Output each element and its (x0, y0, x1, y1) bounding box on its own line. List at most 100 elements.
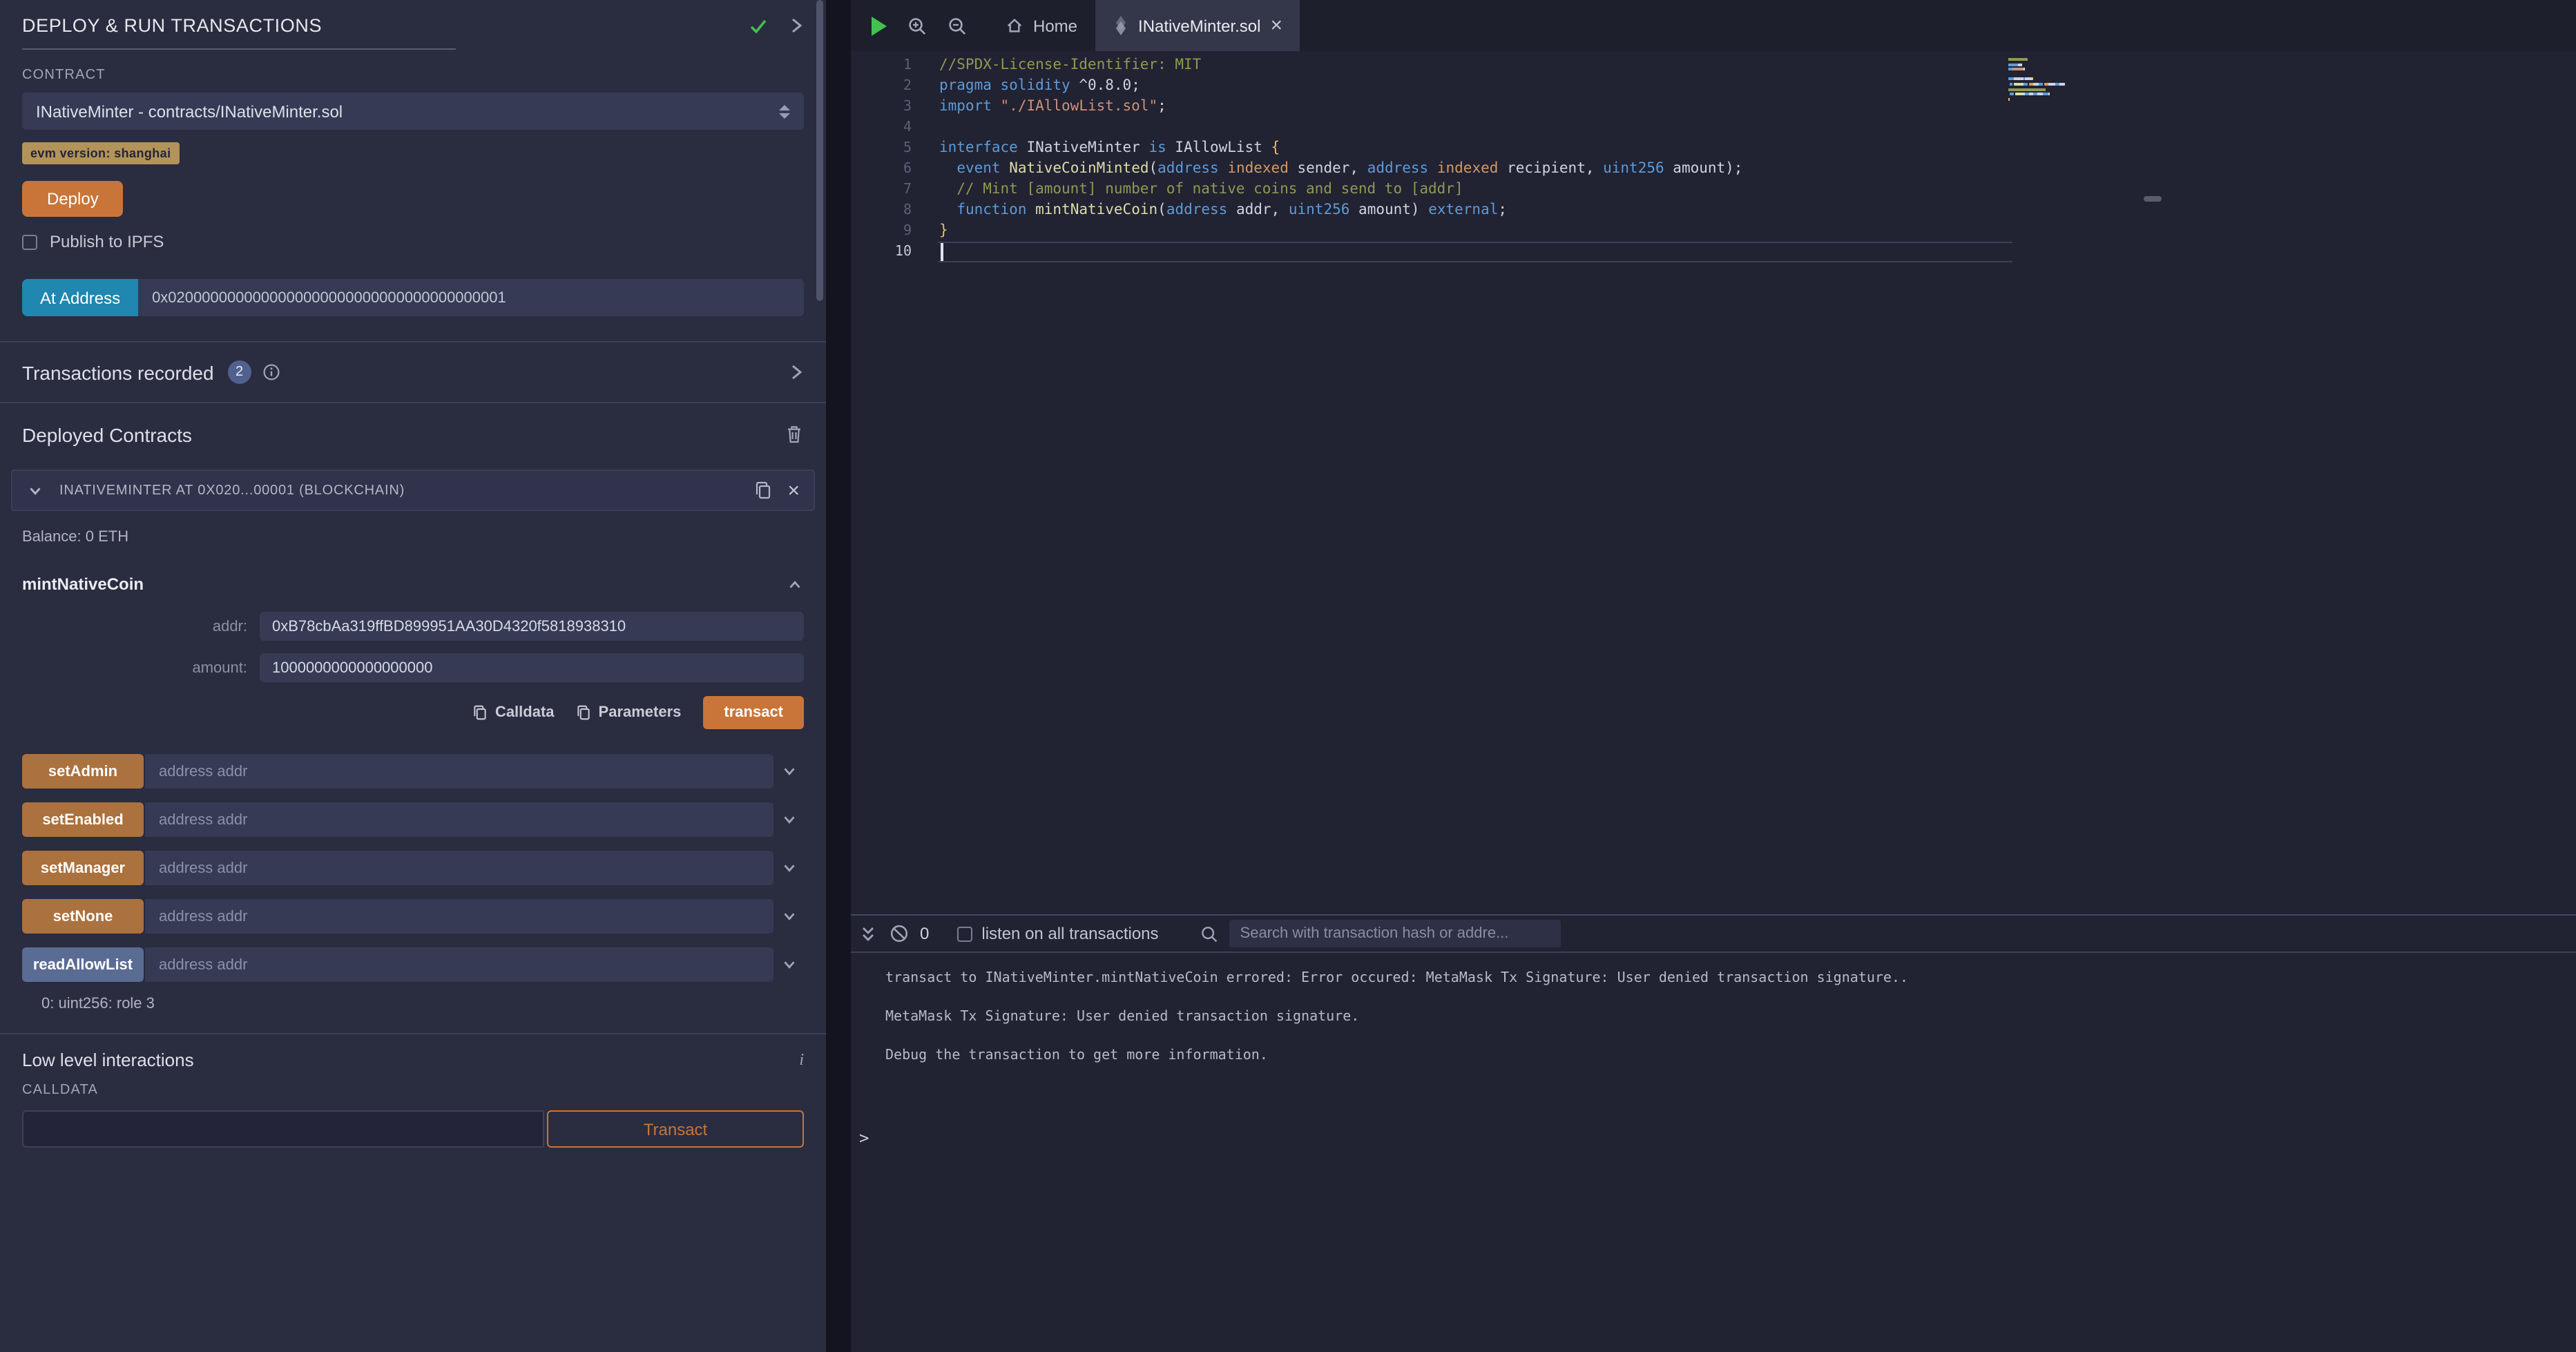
code-line-1[interactable]: 1//SPDX-License-Identifier: MIT (851, 55, 2012, 76)
transactions-recorded-label: Transactions recorded (22, 361, 214, 383)
code-line-5[interactable]: 5interface INativeMinter is IAllowList { (851, 138, 2012, 159)
transactions-recorded-section: Transactions recorded 2 (0, 342, 826, 402)
param-input[interactable]: 1000000000000000000 (260, 653, 804, 682)
function-readAllowList-input[interactable]: address addr (145, 947, 773, 982)
calldata-copy-button[interactable]: Calldata (473, 704, 555, 721)
panel-header: DEPLOY & RUN TRANSACTIONS (0, 0, 826, 50)
contract-label: CONTRACT (22, 68, 804, 83)
close-icon[interactable]: × (787, 480, 800, 501)
chevron-up-icon[interactable] (786, 575, 804, 593)
low-level-transact-button[interactable]: Transact (547, 1110, 804, 1148)
chevron-down-icon[interactable] (26, 481, 44, 499)
chevron-down-icon[interactable] (780, 811, 798, 829)
publish-ipfs-row: Publish to IPFS (22, 232, 804, 251)
publish-ipfs-checkbox[interactable] (22, 234, 37, 249)
run-script-play-icon[interactable] (872, 16, 887, 35)
terminal-panel: 0 listen on all transactions transact to… (851, 914, 2576, 1352)
code-editor[interactable]: 1//SPDX-License-Identifier: MIT2pragma s… (851, 51, 2576, 914)
line-number: 7 (851, 180, 939, 200)
code-line-2[interactable]: 2pragma solidity ^0.8.0; (851, 76, 2012, 97)
chevron-down-icon[interactable] (780, 762, 798, 780)
deploy-button[interactable]: Deploy (22, 181, 124, 217)
panel-scrollbar[interactable] (816, 0, 823, 301)
chevron-down-icon[interactable] (780, 956, 798, 974)
collapse-terminal-icon[interactable] (858, 923, 878, 944)
clear-console-icon[interactable] (890, 924, 909, 943)
pending-tx-count: 0 (920, 924, 929, 943)
at-address-button[interactable]: At Address (22, 279, 138, 316)
line-number: 3 (851, 97, 939, 117)
terminal-logs: transact to INativeMinter.mintNativeCoin… (851, 953, 2576, 1087)
check-icon[interactable] (749, 16, 768, 35)
editor-minimap[interactable] (2008, 58, 2075, 108)
function-setManager-button[interactable]: setManager (22, 851, 144, 885)
deployed-instance-header[interactable]: INATIVEMINTER AT 0X020...00001 (BLOCKCHA… (11, 470, 815, 511)
terminal-search-input[interactable] (1229, 920, 1561, 947)
calldata-label: CALLDATA (22, 1083, 804, 1098)
function-row: setManageraddress addr (22, 851, 804, 885)
code-line-3[interactable]: 3import "./IAllowList.sol"; (851, 97, 2012, 117)
listen-transactions-checkbox[interactable] (957, 926, 972, 941)
function-row: setAdminaddress addr (22, 754, 804, 789)
function-row: setNoneaddress addr (22, 899, 804, 934)
deploy-run-panel: DEPLOY & RUN TRANSACTIONS CONTRACT INati… (0, 0, 826, 1352)
param-row: amount:1000000000000000000 (22, 653, 804, 682)
zoom-out-icon[interactable] (948, 16, 967, 35)
deployed-contracts-header: Deployed Contracts (0, 403, 826, 465)
zoom-in-icon[interactable] (907, 16, 927, 35)
chevron-down-icon[interactable] (780, 907, 798, 925)
param-row: addr:0xB78cbAa319ffBD899951AA30D4320f581… (22, 612, 804, 641)
code-line-10[interactable]: 10 (851, 242, 2012, 262)
line-number: 9 (851, 221, 939, 242)
transact-button[interactable]: transact (703, 696, 804, 729)
chevron-right-icon[interactable] (789, 363, 804, 381)
tab-inativeminter[interactable]: INativeMinter.sol × (1095, 0, 1300, 51)
close-tab-icon[interactable]: × (1270, 15, 1282, 36)
function-readAllowList-button[interactable]: readAllowList (22, 947, 144, 982)
expanded-function-header[interactable]: mintNativeCoin (22, 574, 804, 594)
contract-select[interactable]: INativeMinter - contracts/INativeMinter.… (22, 93, 804, 130)
function-setNone-button[interactable]: setNone (22, 899, 144, 934)
line-number: 8 (851, 200, 939, 221)
function-setEnabled-button[interactable]: setEnabled (22, 802, 144, 837)
panel-resize-gutter[interactable] (826, 0, 851, 1352)
function-setAdmin-input[interactable]: address addr (145, 754, 773, 789)
code-line-6[interactable]: 6 event NativeCoinMinted(address indexed… (851, 159, 2012, 180)
chevron-right-icon[interactable] (789, 17, 804, 35)
select-arrows-icon (779, 104, 790, 118)
home-icon (1006, 17, 1023, 35)
terminal-log-line: transact to INativeMinter.mintNativeCoin… (885, 971, 2576, 986)
function-setManager-input[interactable]: address addr (145, 851, 773, 885)
terminal-log-line: Debug the transaction to get more inform… (885, 1048, 2576, 1063)
copy-icon (473, 704, 488, 721)
terminal-prompt[interactable]: > (859, 1128, 2576, 1148)
function-setEnabled-input[interactable]: address addr (145, 802, 773, 837)
chevron-down-icon[interactable] (780, 859, 798, 877)
parameters-copy-button[interactable]: Parameters (577, 704, 682, 721)
text-cursor (941, 243, 943, 261)
line-number: 2 (851, 76, 939, 97)
remix-ide-window: DEPLOY & RUN TRANSACTIONS CONTRACT INati… (0, 0, 2576, 1352)
copy-icon[interactable] (754, 481, 772, 500)
calldata-input[interactable] (22, 1110, 544, 1148)
param-input[interactable]: 0xB78cbAa319ffBD899951AA30D4320f58189383… (260, 612, 804, 641)
low-level-title: Low level interactions (22, 1050, 799, 1070)
code-line-4[interactable]: 4 (851, 117, 2012, 138)
trash-icon[interactable] (785, 424, 804, 445)
code-line-7[interactable]: 7 // Mint [amount] number of native coin… (851, 180, 2012, 200)
function-row: setEnabledaddress addr (22, 802, 804, 837)
line-number: 4 (851, 117, 939, 138)
panel-title: DEPLOY & RUN TRANSACTIONS (22, 15, 749, 36)
function-setAdmin-button[interactable]: setAdmin (22, 754, 144, 789)
expanded-function-name: mintNativeCoin (22, 574, 786, 594)
code-line-8[interactable]: 8 function mintNativeCoin(address addr, … (851, 200, 2012, 221)
info-icon[interactable]: i (799, 1050, 804, 1070)
line-number: 6 (851, 159, 939, 180)
info-icon[interactable] (262, 363, 280, 381)
evm-version-badge: evm version: shanghai (22, 142, 179, 164)
tab-home[interactable]: Home (988, 0, 1095, 51)
function-setNone-input[interactable]: address addr (145, 899, 773, 934)
scrollbar-marker[interactable] (2144, 196, 2162, 202)
code-line-9[interactable]: 9} (851, 221, 2012, 242)
at-address-input[interactable] (138, 279, 804, 316)
